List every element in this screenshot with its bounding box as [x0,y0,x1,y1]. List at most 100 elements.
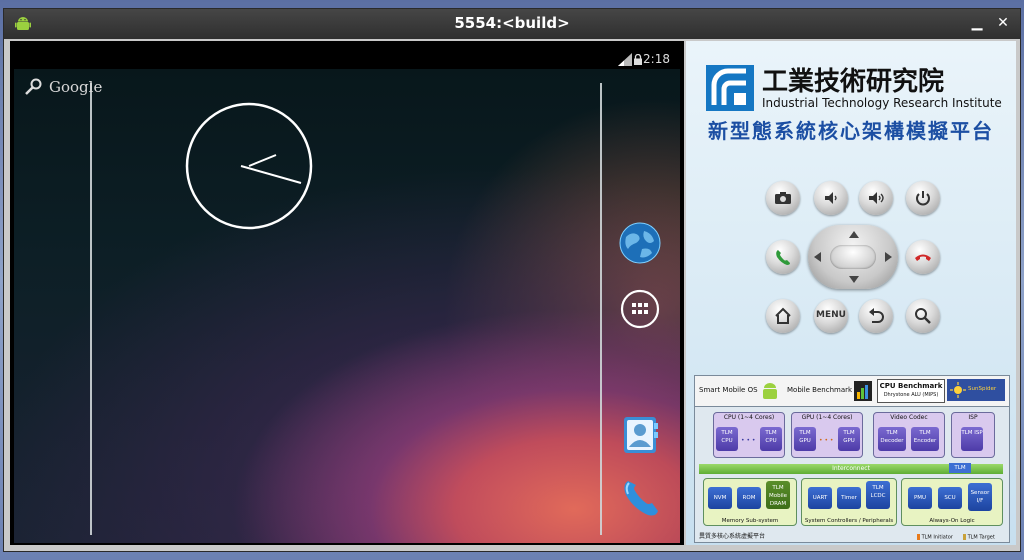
lcdc-tile: TLM LCDC [866,481,890,509]
contacts-icon [624,417,658,453]
smart-mobile-os-label: Smart Mobile OS [699,386,758,394]
isp-label: ISP [968,414,978,421]
analog-clock-widget[interactable] [184,101,314,231]
legend-initiator-label: TLM Initiator [921,534,953,540]
timer-tile: Timer [837,487,861,509]
cpu-benchmark-box: CPU Benchmark Dhrystone ALU (MIPS) [877,379,945,403]
power-icon [916,191,930,206]
tlm-encoder-tile: TLM Encoder [911,427,939,451]
contacts-app-icon[interactable] [618,413,662,457]
end-call-icon [915,254,931,261]
uart-tile: UART [808,487,832,509]
search-button[interactable] [906,299,940,333]
org-name-zh: 工業技術研究院 [762,67,945,97]
dpad[interactable] [808,225,898,289]
call-icon [776,250,790,265]
dpad-right-icon[interactable] [885,252,892,262]
search-icon [25,78,42,95]
rom-tile: ROM [737,487,761,509]
benchmark-app-icon [854,381,872,401]
sunspider-badge: SunSpider [947,379,1005,401]
mobile-benchmark-label: Mobile Benchmark [787,386,853,394]
emulator-window: 5554:<build> ▁ ✕ 2:18 Google 工業技術研究院 Ind… [3,8,1021,552]
video-codec-block: Video Codec TLM Decoder TLM Encoder [873,412,945,458]
back-icon [869,308,884,323]
minimize-icon[interactable]: ▁ [968,14,986,32]
tlm-gpu-tile: TLM GPU [794,427,816,451]
back-button[interactable] [859,299,893,333]
gpu-ellipsis: • • • [819,437,834,444]
clock-minute-hand [240,165,302,184]
tlm-decoder-tile: TLM Decoder [878,427,906,451]
system-controllers-block: UART Timer TLM LCDC System Controllers /… [801,478,897,526]
sunspider-label: SunSpider [968,386,997,392]
power-button[interactable] [906,181,940,215]
system-controllers-label: System Controllers / Peripherals [804,518,894,524]
legend-initiator: TLM Initiator [917,533,953,540]
title-bar[interactable]: 5554:<build> ▁ ✕ [4,9,1020,39]
dpad-center-button[interactable] [830,245,876,269]
tlm-cpu-tile: TLM CPU [760,427,782,451]
phone-icon [624,481,658,516]
cpu-block: CPU (1~4 Cores) TLM CPU • • • TLM CPU [713,412,785,458]
legend-target-label: TLM Target [967,534,995,540]
android-os-icon [763,383,777,399]
camera-icon [775,192,791,204]
architecture-diagram: Smart Mobile OS Mobile Benchmark CPU Ben… [694,375,1010,543]
phone-app-icon[interactable] [618,475,662,519]
android-screen[interactable]: 2:18 Google [10,41,684,545]
volume-up-button[interactable] [859,181,893,215]
memory-subsystem-label: Memory Sub-system [721,518,779,524]
nvm-tile: NVM [708,487,732,509]
tlm-cpu-tile: TLM CPU [716,427,738,451]
menu-button[interactable]: MENU [814,299,848,333]
itri-logo-icon [706,65,754,111]
sensor-if-tile: Sensor I/F [968,483,992,511]
legend-target: TLM Target [963,533,995,540]
cpu-block-label: CPU (1~4 Cores) [723,414,775,421]
signal-icon [618,53,632,66]
status-time: 2:18 [643,52,670,66]
tlm-bridge: TLM [949,463,971,473]
browser-app-icon[interactable] [618,221,662,265]
tlm-isp-tile: TLM ISP [961,427,983,451]
isp-block: ISP TLM ISP [951,412,995,458]
volume-up-icon [869,192,884,204]
always-on-logic-block: PMU SCU Sensor I/F Always-On Logic [901,478,1003,526]
diagram-footer: 異質多核心系統虛擬平台 [699,533,766,540]
camera-button[interactable] [766,181,800,215]
mobile-dram-tile: TLM Mobile DRAM [766,481,790,509]
dpad-up-icon[interactable] [849,231,859,238]
gpu-block: GPU (1~4 Cores) TLM GPU • • • TLM GPU [791,412,863,458]
close-icon[interactable]: ✕ [994,14,1012,32]
cpu-benchmark-title: CPU Benchmark [879,382,943,390]
end-call-button[interactable] [906,240,940,274]
dpad-down-icon[interactable] [849,276,859,283]
menu-label: MENU [816,310,846,320]
google-label: Google [49,78,103,96]
home-button[interactable] [766,299,800,333]
all-apps-button[interactable] [618,287,662,331]
volume-down-button[interactable] [814,181,848,215]
memory-subsystem-block: NVM ROM TLM Mobile DRAM Memory Sub-syste… [703,478,797,526]
always-on-logic-label: Always-On Logic [929,518,975,524]
org-name-en: Industrial Technology Research Institute [762,96,1002,110]
benchmark-bar: Smart Mobile OS Mobile Benchmark CPU Ben… [695,376,1009,407]
tlm-gpu-tile: TLM GPU [838,427,860,451]
sun-icon [950,382,966,398]
gpu-block-label: GPU (1~4 Cores) [801,414,853,421]
itri-logo [706,65,754,111]
call-button[interactable] [766,240,800,274]
window-title: 5554:<build> [454,14,570,32]
emulator-control-panel: 工業技術研究院 Industrial Technology Research I… [686,41,1016,545]
status-bar: 2:18 [14,51,680,69]
search-icon [915,308,931,324]
target-swatch [963,533,966,540]
page-divider-right [600,83,602,535]
home-icon [775,307,791,324]
lock-icon [634,54,642,65]
dpad-left-icon[interactable] [814,252,821,262]
home-wallpaper[interactable]: Google [14,69,680,543]
cpu-benchmark-subtitle: Dhrystone ALU (MIPS) [883,392,939,398]
scu-tile: SCU [938,487,962,509]
